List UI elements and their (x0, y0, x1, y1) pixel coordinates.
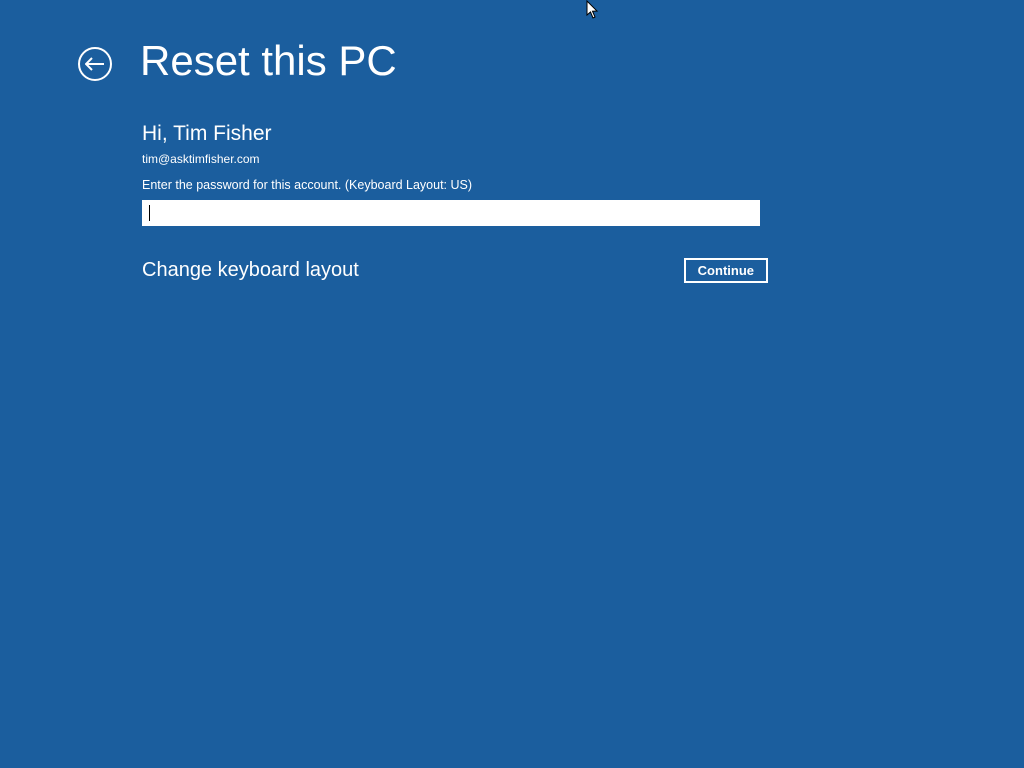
text-caret (149, 205, 150, 221)
change-keyboard-layout-link[interactable]: Change keyboard layout (142, 259, 359, 282)
arrow-left-icon (85, 57, 105, 71)
greeting-text: Hi, Tim Fisher (142, 122, 762, 146)
header: Reset this PC (78, 40, 397, 82)
page-title: Reset this PC (140, 40, 397, 82)
account-panel: Hi, Tim Fisher tim@asktimfisher.com Ente… (142, 122, 762, 226)
password-prompt: Enter the password for this account. (Ke… (142, 178, 762, 192)
password-input[interactable] (142, 200, 760, 226)
account-email: tim@asktimfisher.com (142, 152, 762, 166)
mouse-cursor-icon (586, 0, 600, 20)
action-row: Change keyboard layout Continue (142, 258, 768, 283)
continue-button[interactable]: Continue (684, 258, 768, 283)
back-button[interactable] (78, 47, 112, 81)
